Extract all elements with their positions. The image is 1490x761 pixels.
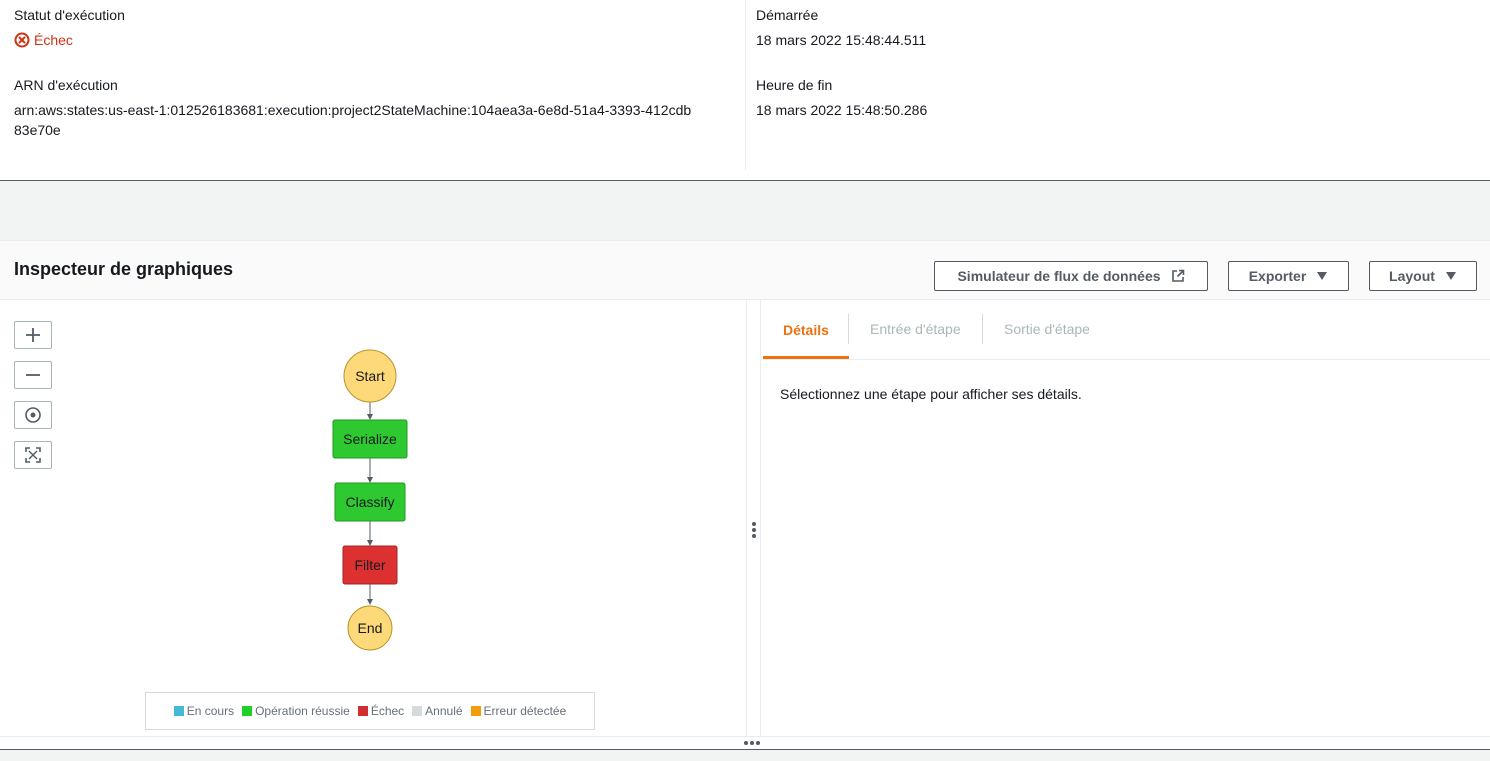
graph-node-start[interactable]: Start	[343, 349, 397, 403]
graph-node-label: Filter	[354, 557, 385, 573]
legend-label: Erreur détectée	[483, 704, 567, 718]
arn-value: arn:aws:states:us-east-1:012526183681:ex…	[14, 102, 692, 138]
caret-down-icon	[1445, 271, 1457, 281]
legend-item: Annulé	[412, 704, 463, 718]
arn-label: ARN d'exécution	[14, 77, 118, 93]
details-empty-message: Sélectionnez une étape pour afficher ses…	[780, 386, 1082, 402]
layout-button-label: Layout	[1389, 268, 1435, 284]
graph-node-filter[interactable]: Filter	[342, 545, 398, 585]
graph-node-classify[interactable]: Classify	[334, 482, 406, 522]
error-circle-icon	[14, 32, 30, 48]
legend-item: Erreur détectée	[470, 704, 567, 718]
section-spacer	[0, 181, 1490, 241]
legend-swatch	[357, 706, 368, 716]
legend-item: En cours	[173, 704, 235, 718]
state-machine-graph[interactable]: Start Serialize Classify Filter End	[0, 300, 746, 690]
details-tabs: Détails Entrée d'étape Sortie d'étape	[761, 300, 1490, 360]
drag-dots-icon	[744, 741, 760, 745]
graph-pane[interactable]: Start Serialize Classify Filter End En cours…	[0, 300, 746, 736]
bottom-strip	[0, 750, 1490, 761]
tab-separator	[848, 314, 849, 344]
details-pane: Détails Entrée d'étape Sortie d'étape Sé…	[761, 300, 1490, 736]
tab-details[interactable]: Détails	[763, 300, 849, 359]
tab-step-input[interactable]: Entrée d'étape	[870, 300, 961, 358]
inspector-header: Inspecteur de graphiques Simulateur de f…	[0, 241, 1490, 300]
inspector-title: Inspecteur de graphiques	[14, 259, 234, 279]
end-time-value: 18 mars 2022 15:48:50.286	[756, 102, 928, 118]
end-time-label: Heure de fin	[756, 77, 833, 93]
legend-swatch	[470, 706, 481, 716]
started-value: 18 mars 2022 15:48:44.511	[756, 32, 927, 48]
status-text: Échec	[34, 32, 73, 48]
tab-separator	[982, 314, 983, 344]
legend-item: Opération réussie	[242, 704, 350, 718]
legend-label: Annulé	[425, 704, 463, 718]
graph-node-end[interactable]: End	[347, 605, 393, 651]
export-button-label: Exporter	[1248, 268, 1307, 284]
column-divider	[745, 0, 746, 170]
status-label: Statut d'exécution	[14, 7, 125, 23]
execution-summary: Statut d'exécution Échec ARN d'exécution…	[0, 0, 1490, 181]
graph-node-label: Classify	[345, 494, 394, 510]
status-value: Échec	[14, 30, 73, 50]
graph-node-serialize[interactable]: Serialize	[332, 419, 408, 459]
layout-button[interactable]: Layout	[1369, 261, 1477, 291]
legend-swatch	[242, 706, 253, 716]
external-link-icon	[1171, 269, 1185, 283]
legend-label: En cours	[186, 704, 235, 718]
simulator-button-label: Simulateur de flux de données	[957, 268, 1161, 284]
legend-swatch	[173, 706, 184, 716]
graph-legend: En cours Opération réussie Échec Annulé Erre…	[145, 692, 595, 730]
caret-down-icon	[1316, 271, 1328, 281]
legend-swatch	[412, 706, 423, 716]
export-button[interactable]: Exporter	[1228, 261, 1349, 291]
legend-label: Opération réussie	[255, 704, 350, 718]
started-label: Démarrée	[756, 7, 819, 23]
tab-step-output[interactable]: Sortie d'étape	[1004, 300, 1090, 358]
drag-dots-icon	[752, 522, 756, 538]
legend-item: Échec	[357, 704, 405, 718]
horizontal-resize-handle[interactable]	[0, 736, 1490, 750]
legend-label: Échec	[370, 704, 405, 718]
graph-node-label: Start	[355, 368, 385, 384]
graph-node-label: End	[358, 620, 383, 636]
graph-inspector: Inspecteur de graphiques Simulateur de f…	[0, 241, 1490, 761]
vertical-resize-handle[interactable]	[746, 300, 761, 736]
data-flow-simulator-button[interactable]: Simulateur de flux de données	[934, 261, 1208, 291]
graph-node-label: Serialize	[343, 431, 397, 447]
